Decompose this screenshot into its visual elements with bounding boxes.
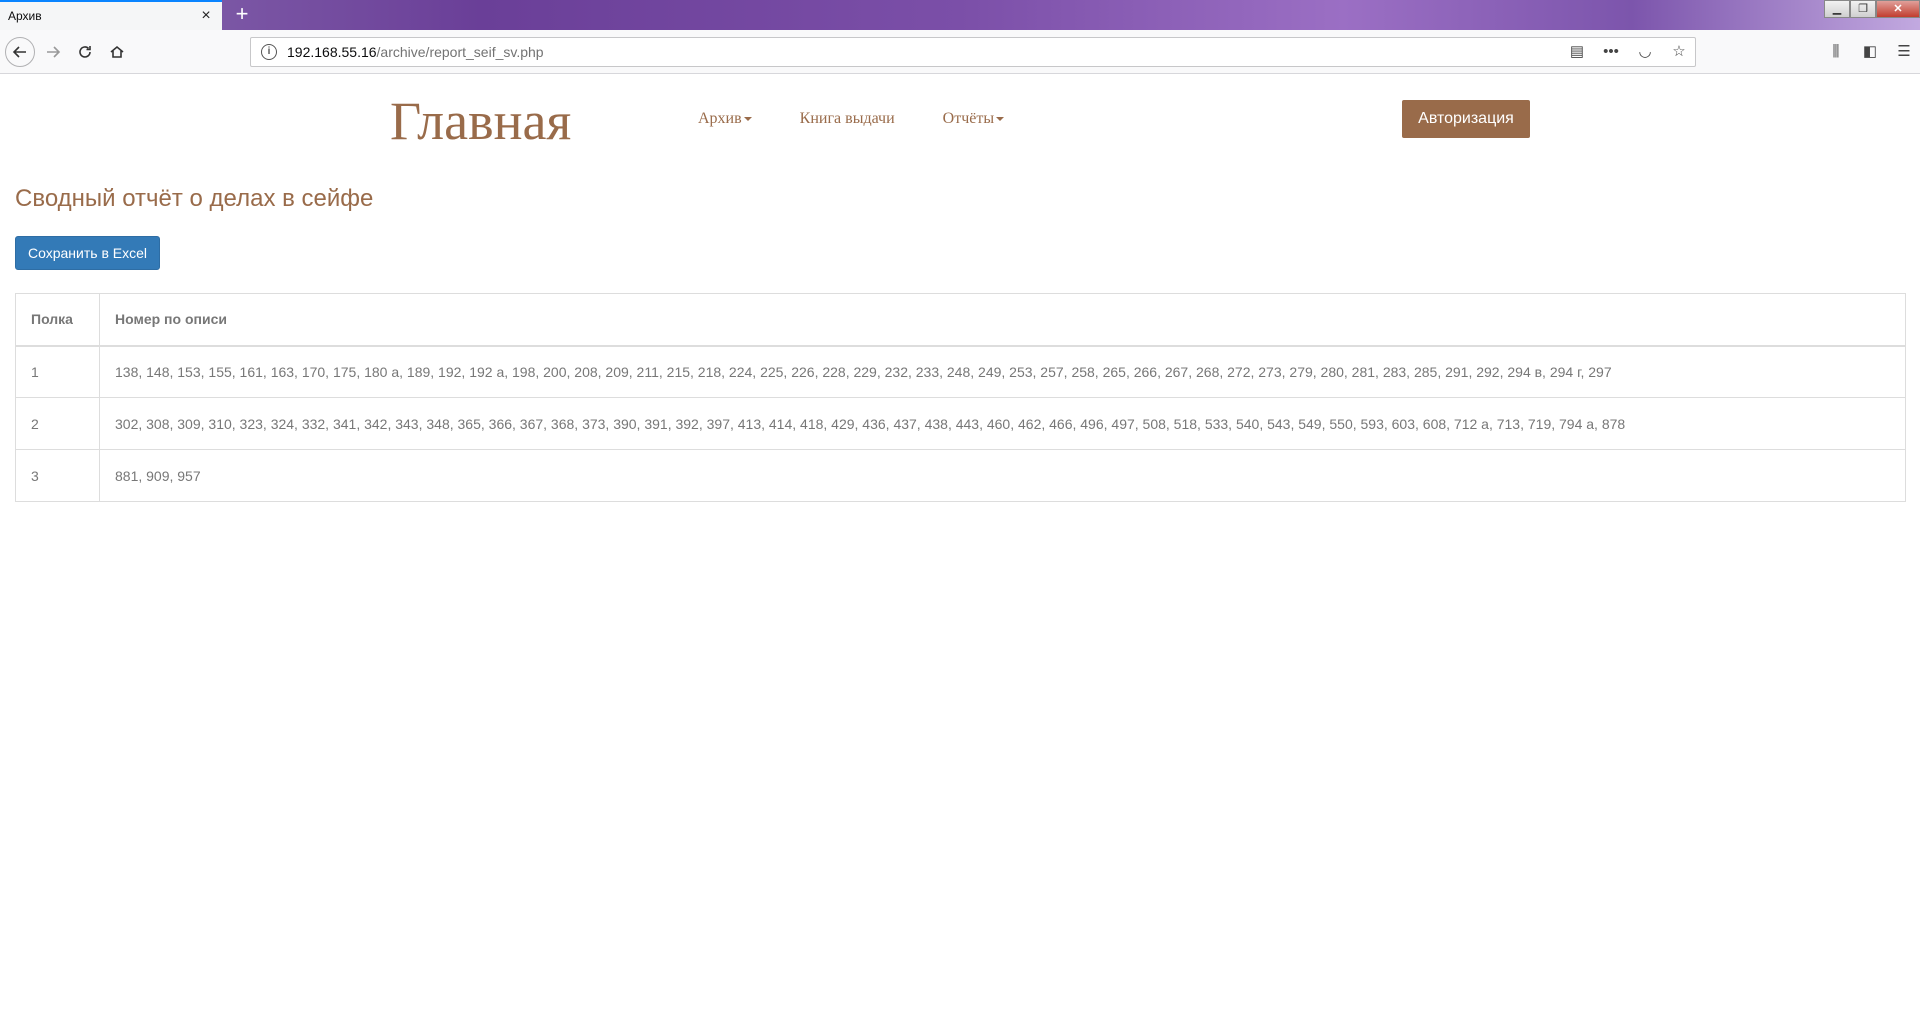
arrow-left-icon (12, 46, 26, 58)
address-bar[interactable]: i 192.168.55.16 /archive/report_seif_sv.… (250, 37, 1696, 67)
close-window-button[interactable]: ✕ (1876, 0, 1920, 18)
site-header: Главная Архив Книга выдачи Отчёты Автори… (0, 74, 1920, 162)
address-bar-actions: ▤ ••• ◡ ☆ (1567, 42, 1689, 62)
caret-down-icon (743, 117, 752, 122)
tab-close-icon[interactable]: × (198, 8, 214, 24)
shelf-cell: 2 (15, 397, 100, 450)
menu-hamburger-icon[interactable]: ☰ (1894, 42, 1914, 62)
home-button[interactable] (104, 39, 130, 65)
window-controls: ▁ ❐ ✕ (1824, 0, 1920, 18)
minimize-button[interactable]: ▁ (1824, 0, 1850, 18)
save-excel-button[interactable]: Сохранить в Excel (15, 236, 160, 270)
new-tab-button[interactable]: + (230, 3, 254, 27)
nav-item-label: Отчёты (942, 110, 995, 127)
arrow-right-icon (47, 46, 61, 58)
page-title: Сводный отчёт о делах в сейфе (15, 185, 374, 212)
maximize-button[interactable]: ❐ (1850, 0, 1876, 18)
numbers-cell: 302, 308, 309, 310, 323, 324, 332, 341, … (99, 397, 1906, 450)
forward-button[interactable] (40, 39, 66, 65)
page-content: Главная Архив Книга выдачи Отчёты Автори… (0, 74, 1920, 1033)
column-header-number: Номер по описи (99, 293, 1906, 347)
reader-view-icon[interactable]: ▤ (1567, 42, 1587, 62)
login-button[interactable]: Авторизация (1402, 100, 1530, 138)
column-header-shelf: Полка (15, 293, 100, 347)
numbers-cell: 138, 148, 153, 155, 161, 163, 170, 175, … (99, 345, 1906, 398)
numbers-cell: 881, 909, 957 (99, 449, 1906, 502)
site-info-icon[interactable]: i (261, 44, 277, 60)
reload-icon (79, 46, 91, 58)
home-icon (110, 45, 124, 58)
url-path: /archive/report_seif_sv.php (376, 44, 544, 60)
site-brand-link[interactable]: Главная (390, 90, 571, 152)
table-row: 1 138, 148, 153, 155, 161, 163, 170, 175… (15, 345, 1906, 398)
pocket-icon[interactable]: ◡ (1635, 42, 1655, 62)
table-row: 3 881, 909, 957 (15, 449, 1906, 502)
reload-button[interactable] (72, 39, 98, 65)
library-icon[interactable]: ⫼ (1826, 42, 1846, 62)
page-actions-icon[interactable]: ••• (1601, 42, 1621, 62)
browser-toolbar: i 192.168.55.16 /archive/report_seif_sv.… (0, 30, 1920, 74)
browser-toolbar-right: ⫼ ◧ ☰ (1826, 42, 1914, 62)
nav-item-label: Книга выдачи (799, 110, 895, 127)
nav-item-reports[interactable]: Отчёты (942, 110, 1005, 128)
url-host: 192.168.55.16 (287, 44, 377, 60)
table-row: 2 302, 308, 309, 310, 323, 324, 332, 341… (15, 397, 1906, 450)
sidebar-icon[interactable]: ◧ (1860, 42, 1880, 62)
back-button[interactable] (5, 37, 35, 67)
nav-item-label: Архив (698, 110, 742, 127)
nav-item-issue-book[interactable]: Книга выдачи (800, 110, 895, 128)
browser-tab-strip: Архив × + ▁ ❐ ✕ (0, 0, 1920, 30)
tab-title: Архив (8, 9, 42, 23)
caret-down-icon (996, 117, 1005, 122)
main-nav: Архив Книга выдачи Отчёты (698, 110, 1005, 128)
bookmark-star-icon[interactable]: ☆ (1669, 42, 1689, 62)
browser-tab[interactable]: Архив × (0, 0, 222, 30)
report-table: Полка Номер по описи 1 138, 148, 153, 15… (15, 293, 1906, 502)
nav-item-archive[interactable]: Архив (698, 110, 752, 128)
shelf-cell: 1 (15, 345, 100, 398)
table-header-row: Полка Номер по описи (15, 293, 1906, 347)
shelf-cell: 3 (15, 449, 100, 502)
